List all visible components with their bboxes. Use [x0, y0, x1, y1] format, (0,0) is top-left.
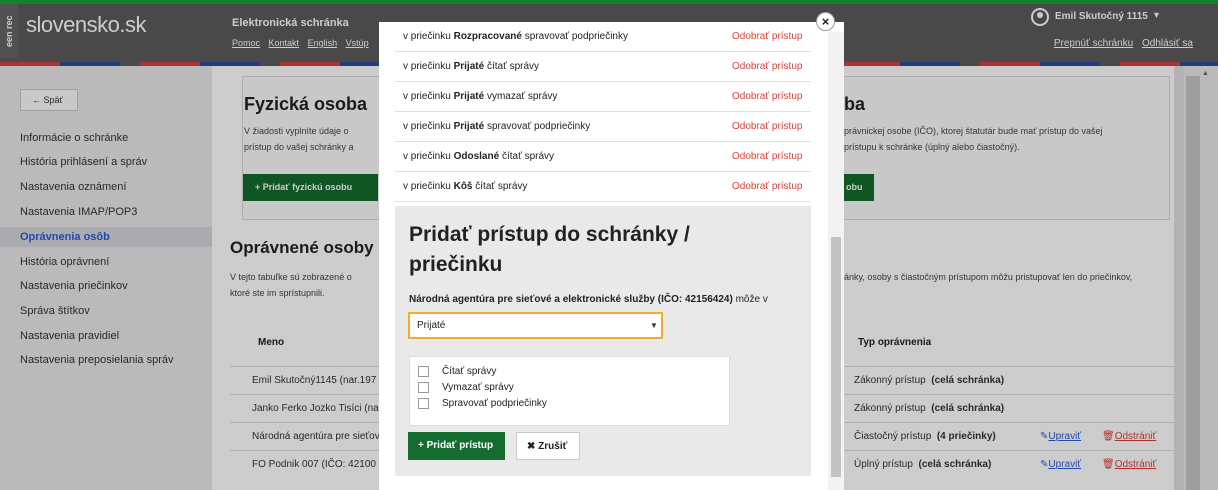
read-messages-checkbox[interactable] [418, 366, 429, 377]
permission-text: v priečinku Prijaté vymazať správy [403, 91, 557, 102]
permission-folder: Kôš [453, 181, 473, 192]
remove-access-link[interactable]: Odobrať prístup [732, 61, 802, 72]
permission-row: v priečinku Rozpracované spravovať podpr… [395, 22, 811, 52]
permission-action: vymazať správy [486, 91, 558, 102]
permission-text: v priečinku Rozpracované spravovať podpr… [403, 31, 628, 42]
add-access-panel: Pridať prístup do schránky / priečinku N… [395, 206, 811, 476]
remove-access-link[interactable]: Odobrať prístup [732, 151, 802, 162]
remove-access-link[interactable]: Odobrať prístup [732, 31, 802, 42]
permission-action: čítať správy [475, 181, 528, 192]
cancel-button[interactable]: ✖ Zrušiť [516, 432, 580, 460]
permission-text: v priečinku Prijaté spravovať podpriečin… [403, 121, 590, 132]
subject-name: Národná agentúra pre sieťové a elektroni… [409, 294, 733, 305]
permission-action: spravovať podpriečinky [524, 31, 628, 42]
permission-folder: Prijaté [453, 91, 485, 102]
permission-folder: Prijaté [453, 121, 485, 132]
remove-access-link[interactable]: Odobrať prístup [732, 91, 802, 102]
permission-folder: Odoslané [453, 151, 500, 162]
modal-scrollbar-thumb[interactable] [831, 237, 841, 477]
subject-tail: môže v [735, 294, 768, 305]
permission-checkboxes: Čítať správy Vymazať správy Spravovať po… [409, 356, 730, 426]
permission-row: v priečinku Kôš čítať správy Odobrať prí… [395, 172, 811, 202]
manage-subfolders-checkbox[interactable] [418, 398, 429, 409]
permission-row: v priečinku Prijaté vymazať správy Odobr… [395, 82, 811, 112]
delete-messages-checkbox[interactable] [418, 382, 429, 393]
permission-prefix: v priečinku [403, 31, 451, 42]
permission-text: v priečinku Prijaté čítať správy [403, 61, 539, 72]
add-access-subject: Národná agentúra pre sieťové a elektroni… [409, 294, 768, 305]
close-icon[interactable]: × [816, 12, 835, 31]
permission-action: spravovať podpriečinky [486, 121, 591, 132]
access-modal: v priečinku Rozpracované spravovať podpr… [379, 22, 844, 490]
delete-messages-label[interactable]: Vymazať správy [442, 382, 514, 393]
folder-select[interactable]: Prijaté ▼ [408, 312, 663, 339]
remove-access-link[interactable]: Odobrať prístup [732, 121, 802, 132]
permission-prefix: v priečinku [403, 181, 451, 192]
permission-prefix: v priečinku [403, 121, 451, 132]
manage-subfolders-label[interactable]: Spravovať podpriečinky [442, 398, 547, 409]
permission-prefix: v priečinku [403, 61, 451, 72]
permission-action: čítať správy [486, 61, 540, 72]
permission-row: v priečinku Prijaté čítať správy Odobrať… [395, 52, 811, 82]
permission-folder: Prijaté [453, 61, 485, 72]
read-messages-label[interactable]: Čítať správy [442, 366, 496, 377]
remove-access-link[interactable]: Odobrať prístup [732, 181, 802, 192]
folder-select-value: Prijaté [417, 320, 446, 331]
permission-row: v priečinku Prijaté spravovať podpriečin… [395, 112, 811, 142]
permission-folder: Rozpracované [453, 31, 522, 42]
add-access-title: Pridať prístup do schránky / priečinku [409, 223, 690, 276]
permission-row: v priečinku Odoslané čítať správy Odobra… [395, 142, 811, 172]
chevron-down-icon: ▼ [650, 321, 658, 330]
permission-prefix: v priečinku [403, 91, 451, 102]
permission-text: v priečinku Kôš čítať správy [403, 181, 527, 192]
permission-action: čítať správy [501, 151, 555, 162]
permission-prefix: v priečinku [403, 151, 451, 162]
permission-text: v priečinku Odoslané čítať správy [403, 151, 554, 162]
add-access-button[interactable]: + Pridať prístup [408, 432, 505, 460]
